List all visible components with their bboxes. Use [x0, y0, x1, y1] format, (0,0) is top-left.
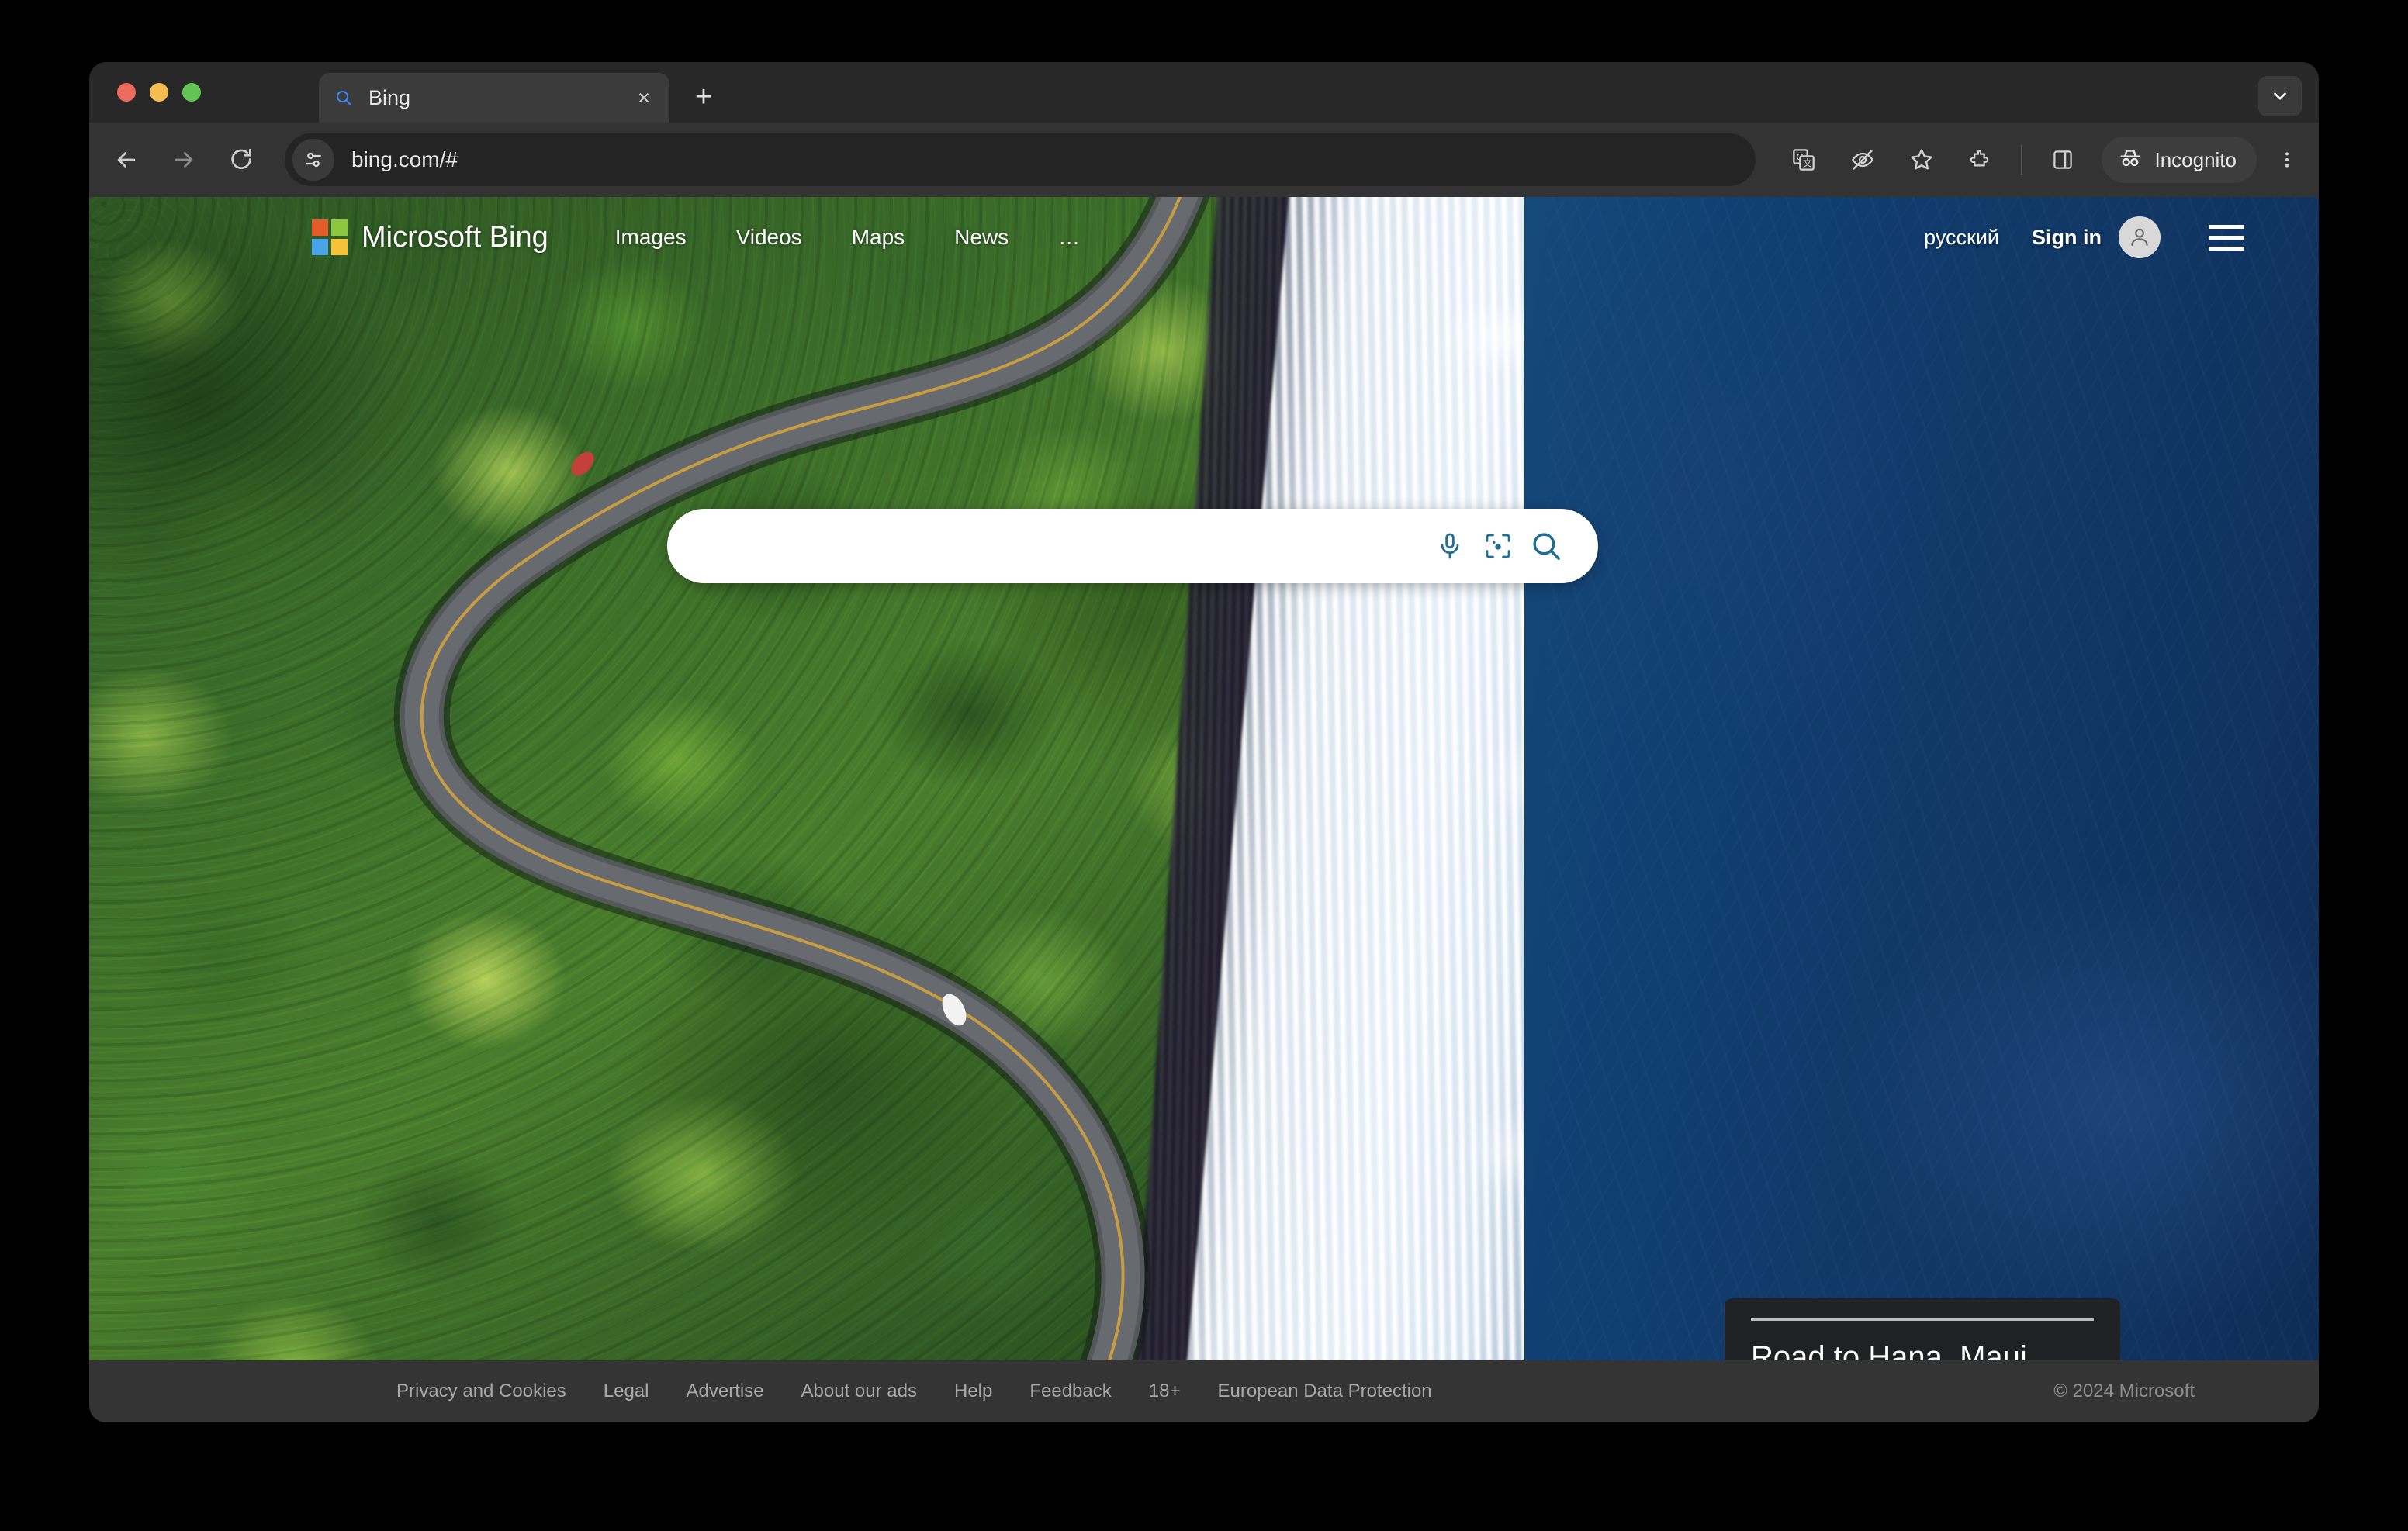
- tab-title: Bing: [368, 86, 632, 110]
- sign-in-link[interactable]: Sign in: [2032, 226, 2102, 250]
- footer-link-european-data-protection[interactable]: European Data Protection: [1217, 1381, 1431, 1402]
- search-box[interactable]: [667, 509, 1598, 583]
- toolbar-actions: G 文: [1774, 137, 2319, 183]
- incognito-indicator[interactable]: Incognito: [2102, 137, 2257, 183]
- minimize-window-button[interactable]: [150, 83, 168, 102]
- footer-links: Privacy and Cookies Legal Advertise Abou…: [396, 1381, 1469, 1402]
- search-submit-button[interactable]: [1522, 522, 1570, 570]
- translate-icon[interactable]: G 文: [1784, 140, 1824, 180]
- footer-link-18plus[interactable]: 18+: [1149, 1381, 1181, 1402]
- hamburger-menu-icon[interactable]: [2209, 225, 2244, 251]
- incognito-label: Incognito: [2154, 148, 2237, 172]
- bing-footer: Privacy and Cookies Legal Advertise Abou…: [89, 1360, 2319, 1422]
- chevron-down-icon[interactable]: [2258, 76, 2302, 116]
- bing-header: Microsoft Bing Images Videos Maps News ……: [89, 197, 2319, 278]
- visual-search-icon[interactable]: [1474, 522, 1522, 570]
- side-panel-icon[interactable]: [2043, 140, 2083, 180]
- nav-item-maps[interactable]: Maps: [852, 225, 905, 250]
- search-input[interactable]: [667, 532, 1426, 560]
- footer-link-about-our-ads[interactable]: About our ads: [801, 1381, 917, 1402]
- hero-background-image: [89, 197, 2319, 1360]
- address-bar-url: bing.com/#: [351, 147, 458, 172]
- avatar[interactable]: [2119, 216, 2161, 258]
- footer-copyright: © 2024 Microsoft: [2053, 1381, 2195, 1402]
- footer-link-legal[interactable]: Legal: [604, 1381, 649, 1402]
- site-settings-icon[interactable]: [292, 139, 334, 181]
- browser-window: Bing × +: [89, 62, 2319, 1422]
- svg-text:文: 文: [1803, 157, 1812, 169]
- microphone-icon[interactable]: [1426, 522, 1474, 570]
- language-selector[interactable]: русский: [1924, 226, 1999, 250]
- close-icon[interactable]: ×: [632, 86, 656, 110]
- bing-primary-nav: Images Videos Maps News …: [615, 225, 1084, 250]
- puzzle-piece-icon[interactable]: [1960, 140, 2001, 180]
- maximize-window-button[interactable]: [182, 83, 201, 102]
- reload-icon[interactable]: [221, 140, 261, 180]
- search-icon: [333, 87, 355, 109]
- footer-link-privacy[interactable]: Privacy and Cookies: [396, 1381, 566, 1402]
- back-arrow-icon[interactable]: [106, 140, 147, 180]
- nav-item-news[interactable]: News: [954, 225, 1009, 250]
- nav-item-images[interactable]: Images: [615, 225, 687, 250]
- footer-link-advertise[interactable]: Advertise: [687, 1381, 764, 1402]
- card-divider: [1751, 1318, 2094, 1321]
- microsoft-logo-icon: [312, 219, 348, 255]
- footer-link-feedback[interactable]: Feedback: [1029, 1381, 1111, 1402]
- three-dot-menu-icon[interactable]: [2269, 140, 2305, 180]
- new-tab-button[interactable]: +: [688, 84, 719, 115]
- footer-link-help[interactable]: Help: [954, 1381, 992, 1402]
- incognito-icon: [2117, 145, 2143, 175]
- toolbar-divider: [2021, 145, 2022, 175]
- nav-overflow-icon[interactable]: …: [1058, 225, 1084, 250]
- bing-header-actions: русский Sign in: [1924, 216, 2319, 258]
- browser-tab[interactable]: Bing ×: [319, 73, 669, 123]
- microsoft-bing-logo[interactable]: Microsoft Bing: [312, 219, 548, 255]
- bing-homepage: Microsoft Bing Images Videos Maps News ……: [89, 197, 2319, 1422]
- nav-item-videos[interactable]: Videos: [736, 225, 802, 250]
- tab-strip: Bing × +: [89, 62, 2319, 123]
- browser-toolbar: bing.com/# G 文: [89, 123, 2319, 197]
- window-traffic-lights: [117, 83, 201, 102]
- forward-arrow-icon[interactable]: [164, 140, 204, 180]
- eye-off-icon[interactable]: [1842, 140, 1883, 180]
- bing-wordmark: Microsoft Bing: [362, 221, 548, 254]
- star-icon[interactable]: [1901, 140, 1942, 180]
- address-bar[interactable]: bing.com/#: [285, 133, 1756, 186]
- close-window-button[interactable]: [117, 83, 136, 102]
